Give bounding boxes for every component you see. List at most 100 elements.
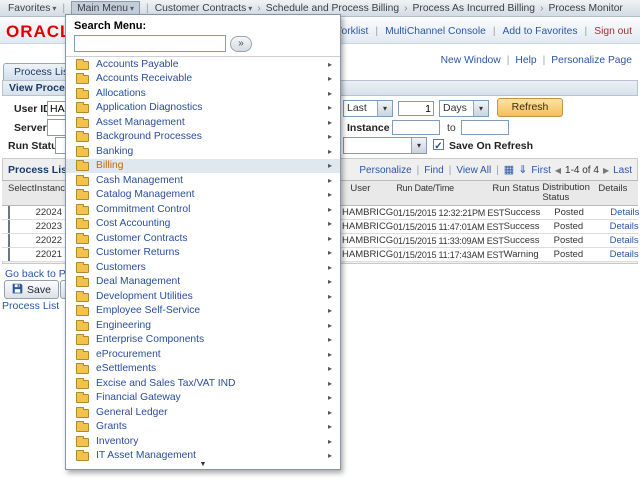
menu-item-label: Application Diagnostics bbox=[96, 102, 328, 113]
menu-item-inventory[interactable]: Inventory▸ bbox=[66, 434, 340, 449]
save-on-refresh-checkbox[interactable]: ✓ bbox=[433, 139, 444, 150]
menu-item-accounts-payable[interactable]: Accounts Payable▸ bbox=[66, 57, 340, 72]
chevron-right-icon: ▸ bbox=[328, 306, 332, 315]
details-link[interactable]: Details bbox=[610, 207, 640, 218]
folder-icon bbox=[76, 104, 89, 113]
last-link[interactable]: Last bbox=[613, 165, 632, 176]
details-link[interactable]: Details bbox=[610, 235, 640, 246]
menu-item-financial-gateway[interactable]: Financial Gateway▸ bbox=[66, 391, 340, 406]
chevron-right-icon: ▸ bbox=[328, 219, 332, 228]
instance-from-input[interactable] bbox=[392, 120, 440, 135]
menu-item-commitment-control[interactable]: Commitment Control▸ bbox=[66, 202, 340, 217]
breadcrumb-process-as-incurred-billing[interactable]: Process As Incurred Billing bbox=[413, 3, 535, 14]
personalize-page-link[interactable]: Personalize Page bbox=[551, 55, 632, 66]
menu-item-eprocurement[interactable]: eProcurement▸ bbox=[66, 347, 340, 362]
instance-to-input[interactable] bbox=[461, 120, 509, 135]
menu-item-label: Customer Contracts bbox=[96, 233, 328, 244]
last-select[interactable]: Last ▾ bbox=[343, 100, 393, 117]
separator: | bbox=[374, 26, 379, 37]
menu-item-development-utilities[interactable]: Development Utilities▸ bbox=[66, 289, 340, 304]
sign-out-link[interactable]: Sign out bbox=[594, 26, 632, 37]
menu-item-engineering[interactable]: Engineering▸ bbox=[66, 318, 340, 333]
chevron-right-icon: ▸ bbox=[328, 277, 332, 286]
cell-instance: 22023 bbox=[30, 221, 66, 232]
days-count-input[interactable] bbox=[398, 101, 434, 116]
menu-search-input[interactable] bbox=[74, 35, 226, 52]
menu-item-cost-accounting[interactable]: Cost Accounting▸ bbox=[66, 217, 340, 232]
multichannel-console-link[interactable]: MultiChannel Console bbox=[385, 26, 486, 37]
view-all-link[interactable]: View All bbox=[456, 165, 491, 176]
days-unit-select[interactable]: Days ▾ bbox=[439, 100, 489, 117]
chevron-right-icon: ▸ bbox=[328, 147, 332, 156]
row-checkbox[interactable] bbox=[8, 206, 10, 219]
personalize-link[interactable]: Personalize bbox=[359, 165, 411, 176]
cell-run-status: Success bbox=[504, 207, 554, 218]
menu-item-deal-management[interactable]: Deal Management▸ bbox=[66, 275, 340, 290]
days-unit-value: Days bbox=[440, 101, 473, 116]
menu-item-catalog-management[interactable]: Catalog Management▸ bbox=[66, 188, 340, 203]
row-checkbox[interactable] bbox=[8, 220, 10, 233]
details-link[interactable]: Details bbox=[610, 249, 640, 260]
main-menu-dropdown: Search Menu: » Accounts Payable▸ Account… bbox=[65, 14, 341, 470]
folder-icon bbox=[76, 307, 89, 316]
cell-distribution-status: Posted bbox=[554, 221, 610, 232]
breadcrumb-process-monitor[interactable]: Process Monitor bbox=[548, 3, 622, 14]
row-checkbox[interactable] bbox=[8, 234, 10, 247]
favorites-menu[interactable]: Favorites▾ bbox=[8, 3, 56, 14]
menu-item-excise-and-sales-tax-vat-ind[interactable]: Excise and Sales Tax/VAT IND▸ bbox=[66, 376, 340, 391]
previous-page-icon[interactable]: ◀ bbox=[555, 166, 561, 175]
separator: | bbox=[416, 165, 421, 176]
menu-item-asset-management[interactable]: Asset Management▸ bbox=[66, 115, 340, 130]
customer-contracts-menu[interactable]: Customer Contracts▾ bbox=[155, 3, 253, 14]
menu-item-customer-returns[interactable]: Customer Returns▸ bbox=[66, 246, 340, 261]
refresh-button[interactable]: Refresh bbox=[497, 98, 563, 117]
menu-item-employee-self-service[interactable]: Employee Self-Service▸ bbox=[66, 304, 340, 319]
process-list-bottom-link[interactable]: Process List bbox=[2, 300, 59, 312]
menu-item-background-processes[interactable]: Background Processes▸ bbox=[66, 130, 340, 145]
breadcrumb-schedule-and-process-billing[interactable]: Schedule and Process Billing bbox=[266, 3, 399, 14]
menu-item-allocations[interactable]: Allocations▸ bbox=[66, 86, 340, 101]
add-to-favorites-link[interactable]: Add to Favorites bbox=[503, 26, 578, 37]
type-select[interactable]: ▾ bbox=[343, 137, 427, 154]
chevron-right-icon: ▸ bbox=[328, 321, 332, 330]
row-checkbox[interactable] bbox=[8, 248, 10, 261]
menu-item-cash-management[interactable]: Cash Management▸ bbox=[66, 173, 340, 188]
menu-item-customer-contracts[interactable]: Customer Contracts▸ bbox=[66, 231, 340, 246]
save-button[interactable]: Save bbox=[4, 280, 59, 299]
col-select: Select bbox=[2, 183, 34, 194]
menu-item-label: Enterprise Components bbox=[96, 334, 328, 345]
new-window-link[interactable]: New Window bbox=[441, 55, 501, 66]
menu-item-label: Deal Management bbox=[96, 276, 328, 287]
search-go-button[interactable]: » bbox=[230, 36, 252, 52]
menu-item-general-ledger[interactable]: General Ledger▸ bbox=[66, 405, 340, 420]
menu-item-enterprise-components[interactable]: Enterprise Components▸ bbox=[66, 333, 340, 348]
menu-item-label: Accounts Receivable bbox=[96, 73, 328, 84]
first-link[interactable]: First bbox=[531, 165, 550, 176]
menu-item-label: eSettlements bbox=[96, 363, 328, 374]
next-page-icon[interactable]: ▶ bbox=[603, 166, 609, 175]
menu-item-accounts-receivable[interactable]: Accounts Receivable▸ bbox=[66, 72, 340, 87]
folder-icon bbox=[76, 293, 89, 302]
menu-item-customers[interactable]: Customers▸ bbox=[66, 260, 340, 275]
folder-icon bbox=[76, 452, 89, 461]
separator: | bbox=[542, 55, 547, 66]
cell-instance: 22021 bbox=[30, 249, 66, 260]
menu-item-label: Banking bbox=[96, 146, 328, 157]
download-icon[interactable]: ⇓ bbox=[518, 165, 527, 176]
help-link[interactable]: Help bbox=[515, 55, 536, 66]
menu-item-banking[interactable]: Banking▸ bbox=[66, 144, 340, 159]
menu-item-it-asset-management[interactable]: IT Asset Management▸ bbox=[66, 449, 340, 462]
chevron-down-icon: ▾ bbox=[473, 101, 488, 116]
menu-item-grants[interactable]: Grants▸ bbox=[66, 420, 340, 435]
menu-item-application-diagnostics[interactable]: Application Diagnostics▸ bbox=[66, 101, 340, 116]
grid-layout-icon[interactable]: ▦ bbox=[504, 165, 514, 176]
details-link[interactable]: Details bbox=[610, 221, 640, 232]
menu-item-billing[interactable]: Billing▸ bbox=[66, 159, 340, 174]
chevron-right-icon: ▸ bbox=[328, 379, 332, 388]
menu-item-esettlements[interactable]: eSettlements▸ bbox=[66, 362, 340, 377]
find-link[interactable]: Find bbox=[424, 165, 443, 176]
chevron-right-icon: ▸ bbox=[328, 263, 332, 272]
save-on-refresh-label: Save On Refresh bbox=[449, 140, 533, 152]
menu-scroll-down-button[interactable]: ▼ bbox=[66, 461, 340, 469]
separator: | bbox=[495, 165, 500, 176]
